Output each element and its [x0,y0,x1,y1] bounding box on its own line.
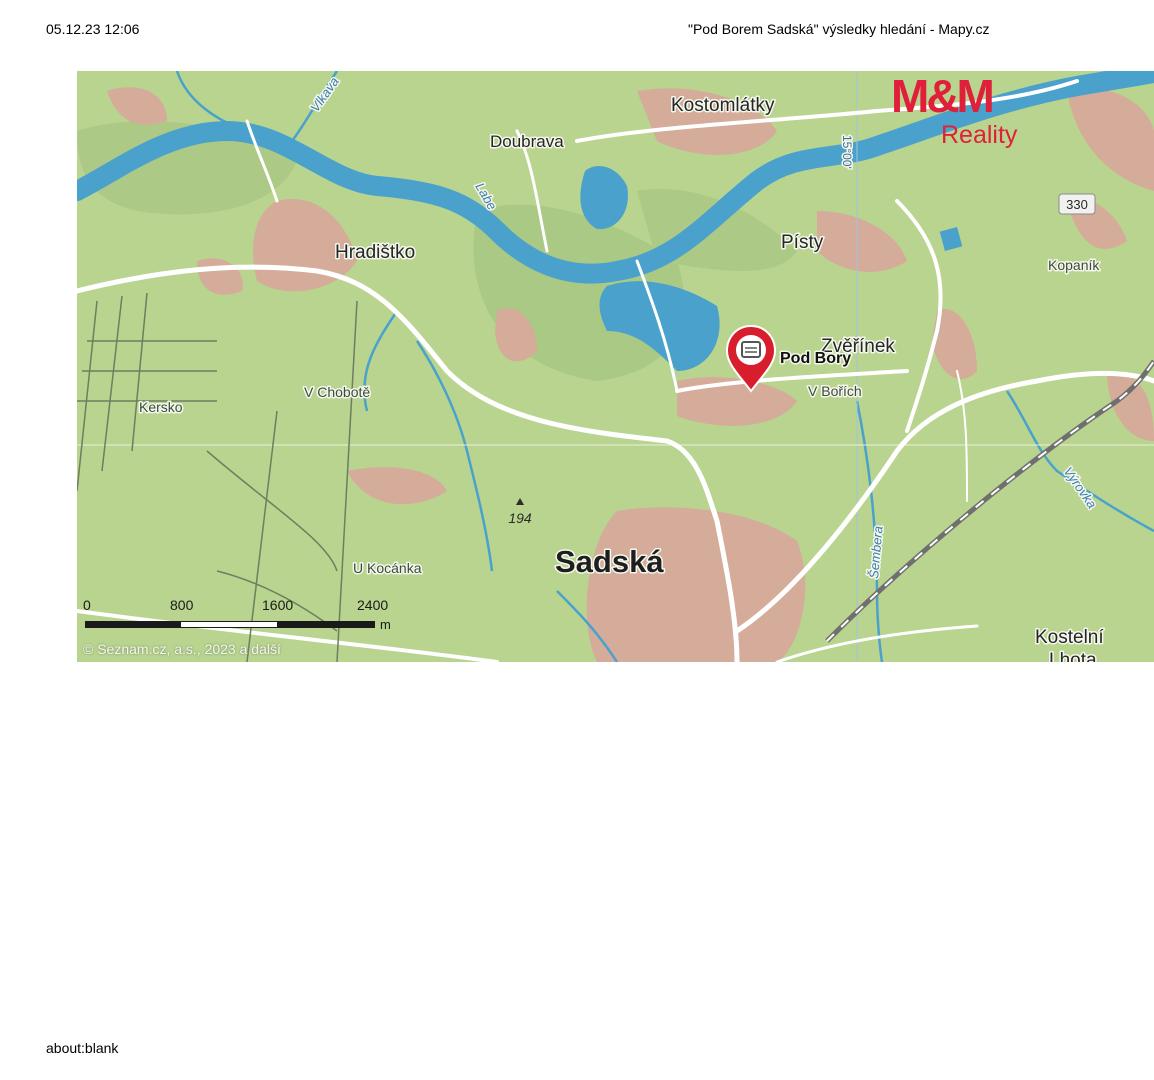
scale-tick-1600: 1600 [262,597,294,613]
place-kostelni-lhota-line2: Lhota [1049,650,1097,662]
map-scale: 0 800 1600 2400 m [81,597,401,637]
scale-tick-0: 0 [83,597,91,613]
scale-tick-800: 800 [170,597,194,613]
place-hradistko: Hradištko [335,242,415,263]
brand-logo-subtitle: Reality [941,121,1018,149]
scale-bar-segment [181,622,277,627]
place-v-borich: V Bořích [808,383,862,399]
meridian-label: 15°00' [840,135,854,169]
marker-label: Pod Bory [780,350,851,367]
brand-logo-mark: M&M [891,71,995,122]
print-date: 05.12.23 12:06 [46,21,140,37]
scale-unit: m [380,617,391,632]
elevation-label: 194 [508,510,532,526]
place-kersko: Kersko [139,399,183,415]
place-kostelni-lhota-line1: Kostelní [1035,627,1104,648]
place-kopanik: Kopaník [1048,257,1100,273]
print-footer-url: about:blank [46,1040,119,1056]
print-page-title: "Pod Borem Sadská" výsledky hledání - Ma… [688,21,990,37]
scale-bar [85,621,375,628]
road-number: 330 [1066,197,1088,212]
place-u-kocanka: U Kocánka [353,560,422,576]
map-copyright[interactable]: © Seznam.cz, a.s., 2023 a další [83,641,281,657]
brand-logo: M&M Reality [889,71,1029,153]
place-kostomlatky: Kostomlátky [671,95,775,116]
place-doubrava: Doubrava [490,132,564,151]
map-canvas[interactable]: 330 194 Kostomlátky Doubrava Hradištko P… [77,71,1154,662]
scale-tick-2400: 2400 [357,597,389,613]
place-pisty: Písty [781,232,824,253]
map-view[interactable]: 330 194 Kostomlátky Doubrava Hradištko P… [77,71,1154,662]
place-sadska: Sadská [555,544,664,579]
place-v-chobote: V Chobotě [304,384,370,400]
marker-inner-circle [736,335,766,365]
